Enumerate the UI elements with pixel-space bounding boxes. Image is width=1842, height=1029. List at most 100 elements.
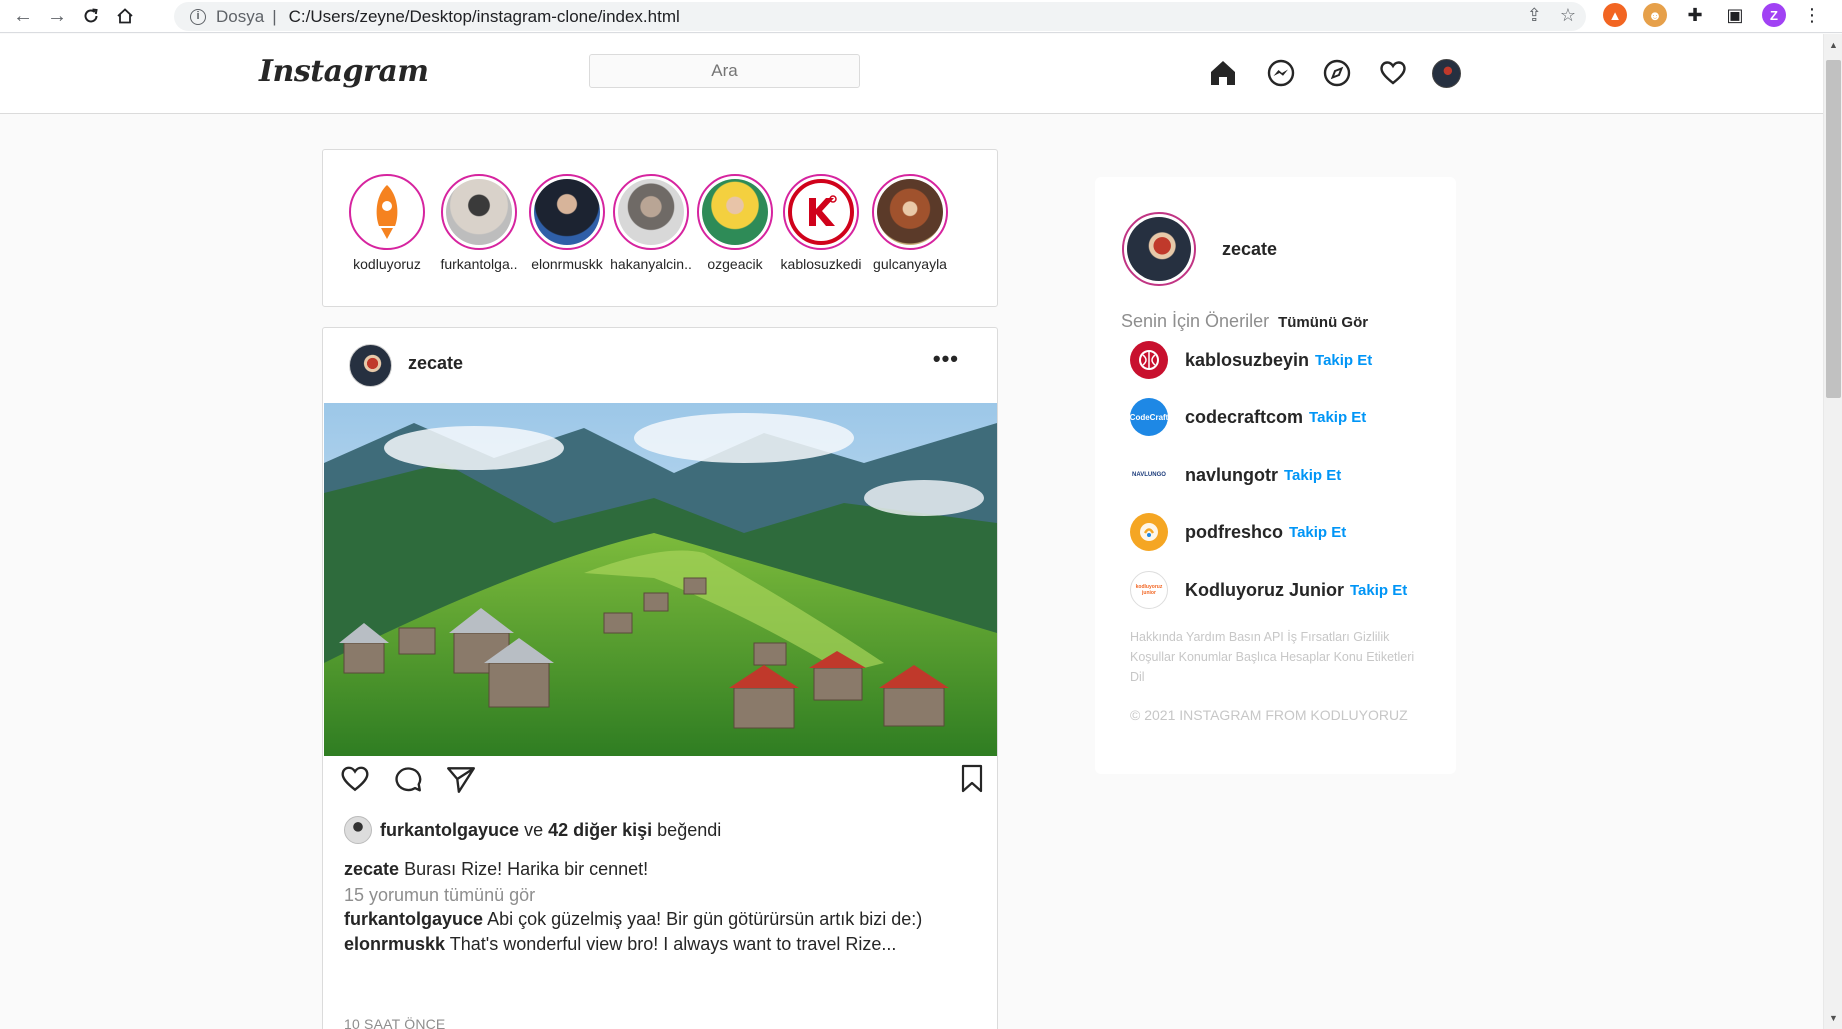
scroll-up-icon[interactable]: ▲ [1829,40,1838,50]
extension-face-icon[interactable]: ☻ [1643,3,1667,27]
rocket-icon [354,179,420,245]
view-all-comments-link[interactable]: 15 yorumun tümünü gör [344,885,535,906]
suggestions-header: Senin İçin Öneriler Tümünü Gör [1121,311,1368,332]
page-viewport: Instagram kodluyoruz furkantolga.. [0,34,1823,1029]
follow-button[interactable]: Takip Et [1284,467,1341,484]
suggestion-name[interactable]: kablosuzbeyin [1185,350,1309,371]
comment-bubble-icon[interactable] [393,764,423,799]
instagram-logo[interactable]: Instagram [259,54,429,89]
post-header: zecate ••• [323,328,997,402]
likes-summary: furkantolgayuce ve 42 diğer kişi beğendi [344,816,721,844]
bookmark-star-icon[interactable]: ☆ [1560,5,1576,26]
explore-icon[interactable] [1323,57,1351,89]
sidebar-username[interactable]: zecate [1222,239,1277,260]
navlungo-logo-icon[interactable]: NAVLUNGO [1130,456,1168,494]
profile-icon[interactable]: Z [1762,3,1786,27]
story-item[interactable]: furkantolga.. [433,174,525,272]
home-browser-icon[interactable] [112,3,138,29]
page-scrollbar[interactable]: ▲ ▼ [1823,34,1842,1029]
story-avatar [702,179,768,245]
suggestion-item: CodeCraft codecraftcom Takip Et [1130,398,1366,436]
follow-button[interactable]: Takip Et [1309,409,1366,426]
profile-avatar[interactable] [1432,57,1461,89]
kodluyoruz-junior-logo-icon[interactable]: kodluyoruz junior [1130,571,1168,609]
heart-icon[interactable] [1379,57,1407,89]
suggestion-item: podfreshco Takip Et [1130,513,1346,551]
scrollbar-thumb[interactable] [1826,60,1841,398]
url-text[interactable]: C:/Users/zeyne/Desktop/instagram-clone/i… [289,7,680,27]
like-heart-icon[interactable] [340,764,370,799]
back-icon[interactable]: ← [10,3,36,29]
follow-button[interactable]: Takip Et [1289,524,1346,541]
suggestion-name[interactable]: codecraftcom [1185,407,1303,428]
home-icon[interactable] [1208,57,1238,89]
side-panel-icon[interactable]: ▣ [1723,3,1747,27]
comment: furkantolgayuce Abi çok güzelmiş yaa! Bi… [344,909,922,930]
post-card: zecate ••• furkantolgayuce ve 42 diğer k… [322,327,998,1029]
post-timestamp: 10 SAAT ÖNCE [344,1016,446,1029]
story-avatar [534,179,600,245]
liker-avatar[interactable] [344,816,372,844]
story-item[interactable]: kablosuzkedi [775,174,867,272]
podfresh-logo-icon[interactable] [1130,513,1168,551]
comment-text: That's wonderful view bro! I always want… [449,934,897,954]
comment-username[interactable]: furkantolgayuce [344,909,483,929]
follow-button[interactable]: Takip Et [1315,352,1372,369]
extensions-puzzle-icon[interactable]: ✚ [1683,3,1707,27]
liker-username[interactable]: furkantolgayuce [380,820,519,841]
share-icon[interactable]: ⇪ [1527,5,1542,26]
story-username: elonrmuskk [531,256,603,272]
share-plane-icon[interactable] [445,764,477,799]
save-bookmark-icon[interactable] [960,764,984,799]
copyright: © 2021 INSTAGRAM FROM KODLUYORUZ [1130,707,1408,723]
suggestion-item: kodluyoruz junior Kodluyoruz Junior Taki… [1130,571,1407,609]
separator: | [272,6,277,26]
extension-a-icon[interactable]: ▲ [1603,3,1627,27]
see-all-link[interactable]: Tümünü Gör [1278,314,1368,331]
search-input[interactable] [589,54,860,88]
story-item[interactable]: elonrmuskk [521,174,613,272]
story-username: furkantolga.. [440,256,518,272]
menu-kebab-icon[interactable]: ⋮ [1800,3,1824,27]
suggestion-name[interactable]: Kodluyoruz Junior [1185,580,1344,601]
scheme-label: Dosya [216,6,265,26]
story-username: gulcanyayla [873,256,947,272]
sidebar-profile-avatar[interactable] [1122,212,1196,286]
sidebar: zecate Senin İçin Öneriler Tümünü Gör ka… [1095,177,1456,774]
forward-icon[interactable]: → [44,3,70,29]
footer-links[interactable]: Hakkında Yardım Basın API İş Fırsatları … [1130,627,1420,687]
kablosuzbeyin-logo-icon[interactable] [1130,341,1168,379]
story-username: ozgeacik [707,256,763,272]
post-author-avatar[interactable] [349,344,392,387]
suggestion-item: kablosuzbeyin Takip Et [1130,341,1372,379]
follow-button[interactable]: Takip Et [1350,582,1407,599]
messenger-icon[interactable] [1267,57,1295,89]
stories-tray: kodluyoruz furkantolga.. elonrmuskk haka… [322,149,998,307]
reload-icon[interactable] [78,3,104,29]
story-item[interactable]: ozgeacik [689,174,781,272]
codecraft-logo-icon[interactable]: CodeCraft [1130,398,1168,436]
story-item[interactable]: gulcanyayla [864,174,956,272]
suggestion-item: NAVLUNGO navlungotr Takip Et [1130,456,1341,494]
address-bar[interactable]: i Dosya | C:/Users/zeyne/Desktop/instagr… [174,2,1586,31]
story-avatar [618,179,684,245]
info-icon[interactable]: i [190,8,206,25]
likes-conjunction: ve [524,819,544,840]
story-username: kablosuzkedi [780,256,862,272]
story-item[interactable]: kodluyoruz [341,174,433,272]
more-options-icon[interactable]: ••• [933,346,959,372]
caption-text: Burası Rize! Harika bir cennet! [404,859,649,879]
suggestion-name[interactable]: podfreshco [1185,522,1283,543]
caption-username[interactable]: zecate [344,859,399,879]
profile-avatar-image [1432,58,1461,88]
story-item[interactable]: hakanyalcin.. [605,174,697,272]
comment-username[interactable]: elonrmuskk [344,934,445,954]
post-image[interactable] [324,403,997,756]
suggestions-title: Senin İçin Öneriler [1121,311,1270,331]
likes-others[interactable]: 42 diğer kişi [548,820,652,841]
suggestion-name[interactable]: navlungotr [1185,465,1278,486]
scroll-down-icon[interactable]: ▼ [1829,1013,1838,1023]
post-actions [323,764,997,808]
post-author-username[interactable]: zecate [408,353,463,374]
ig-header: Instagram [0,34,1823,114]
